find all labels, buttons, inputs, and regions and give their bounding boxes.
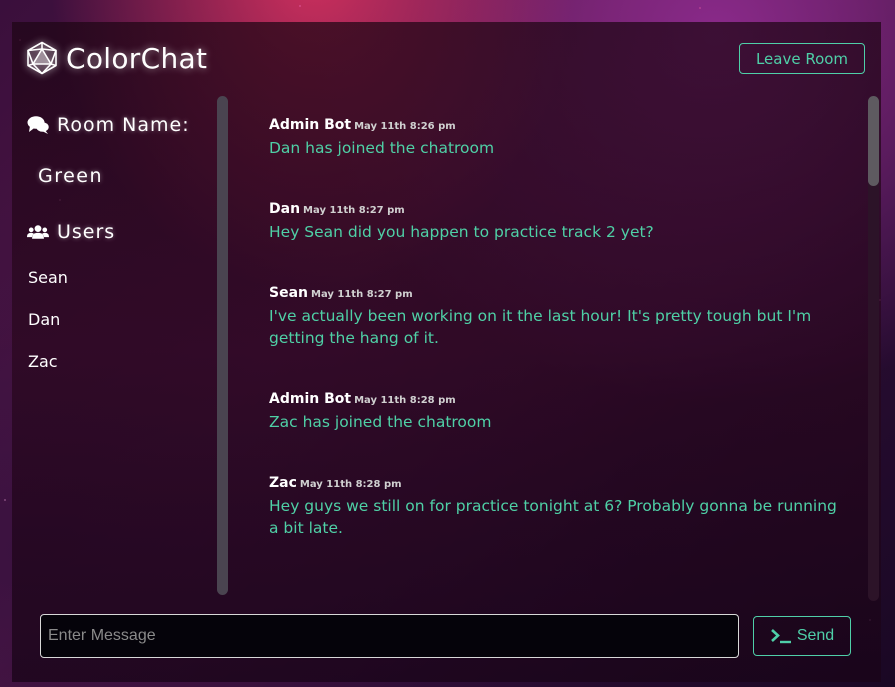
room-name-heading: Room Name: (27, 114, 190, 136)
user-item: Sean (28, 268, 68, 287)
logo: ColorChat (25, 41, 207, 75)
message-author: Zac (269, 475, 297, 491)
message-time: May 11th 8:27 pm (303, 205, 405, 216)
users-icon (27, 225, 49, 239)
chat-app: ColorChat Leave Room Room Name: Green Us… (12, 22, 881, 682)
message-author: Dan (269, 201, 301, 217)
message-time: May 11th 8:28 pm (299, 479, 402, 490)
message-text: Dan has joined the chatroom (269, 139, 495, 157)
message-composer: Send (40, 614, 851, 658)
message-item: Admin Bot May 11th 8:26 pm Dan has joined… (269, 96, 859, 180)
room-name: Green (38, 165, 104, 187)
message-time: May 11th 8:26 pm (354, 121, 456, 132)
users-heading: Users (27, 221, 115, 243)
message-author: Admin Bot (269, 117, 352, 133)
user-item: Dan (28, 310, 61, 329)
message-time: May 11th 8:27 pm (311, 289, 413, 300)
message-item: Sean May 11th 8:27 pm I've actually been … (269, 264, 859, 370)
message-text: Hey guys we still on for practice tonigh… (269, 497, 837, 537)
message-item: Dan May 11th 8:27 pm Hey Sean did you hap… (269, 180, 859, 264)
send-label: Send (796, 627, 835, 644)
message-text: Zac has joined the chatroom (269, 413, 492, 431)
sidebar-scrollbar[interactable] (217, 96, 228, 595)
terminal-prompt-icon (770, 629, 791, 644)
message-input[interactable] (40, 614, 739, 658)
d20-dice-icon (27, 41, 57, 75)
users-heading-label: Users (57, 221, 116, 243)
message-scrollbar-thumb[interactable] (868, 96, 879, 186)
room-heading-label: Room Name: (57, 114, 190, 136)
message-text: I've actually been working on it the las… (269, 307, 812, 347)
message-item: Admin Bot May 11th 8:28 pm Zac has joined… (269, 370, 859, 454)
message-time: May 11th 8:28 pm (354, 395, 456, 406)
user-item: Zac (28, 352, 58, 371)
message-item: Zac May 11th 8:28 pm Hey guys we still on… (269, 454, 859, 560)
app-title: ColorChat (66, 41, 208, 75)
message-author: Admin Bot (269, 391, 352, 407)
message-list: Admin Bot May 11th 8:26 pm Dan has joined… (269, 96, 859, 601)
comments-icon (27, 116, 49, 134)
send-button[interactable]: Send (753, 616, 851, 656)
header: ColorChat Leave Room (12, 22, 881, 96)
user-list: Sean Dan Zac (28, 268, 68, 394)
sidebar: Room Name: Green Users Sean Dan Zac (12, 96, 217, 601)
leave-room-button[interactable]: Leave Room (739, 43, 865, 74)
message-author: Sean (269, 285, 308, 301)
message-text: Hey Sean did you happen to practice trac… (269, 223, 654, 241)
